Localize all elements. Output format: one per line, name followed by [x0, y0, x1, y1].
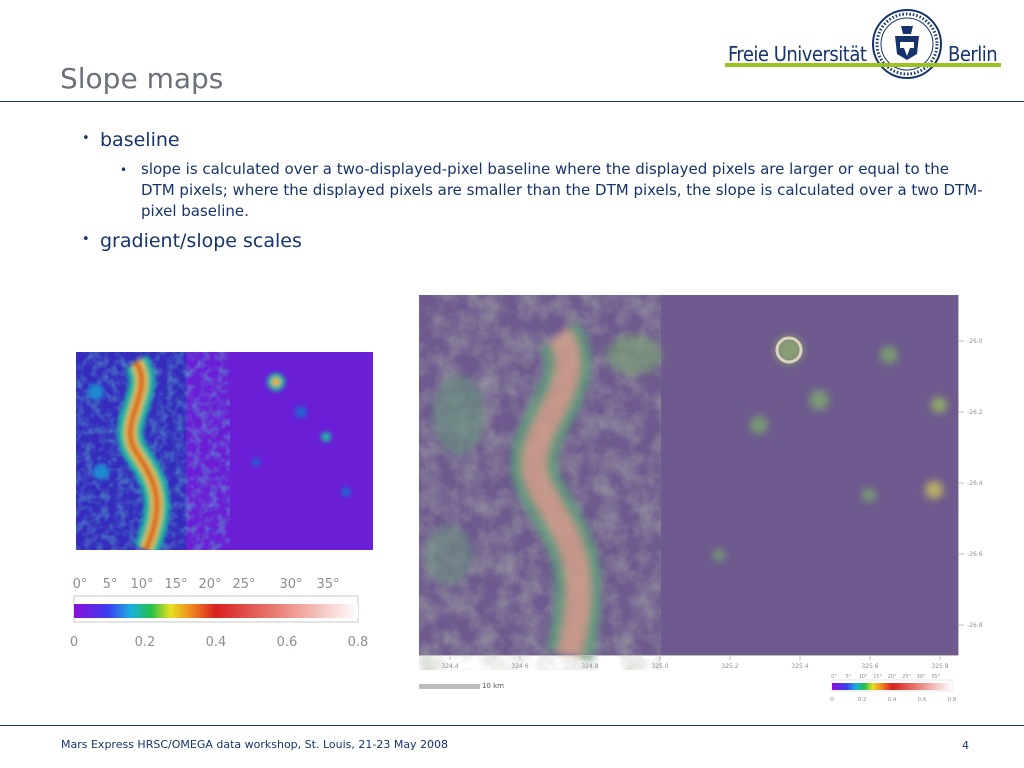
footer-divider	[0, 725, 1024, 726]
longitude-label: 325.4	[791, 663, 808, 670]
degree-tick-labels: 0° 5° 10° 15° 20° 25° 30° 35°	[73, 577, 340, 592]
slope-map-image	[76, 352, 373, 550]
latitude-label: -26.2	[967, 409, 983, 416]
bullet-dot: •	[82, 131, 90, 146]
gradient-label-small: 0.4	[888, 697, 897, 703]
degree-label-small: 15°	[873, 674, 882, 680]
degree-label-small: 25°	[902, 674, 911, 680]
gradient-label-small: 0.6	[918, 697, 927, 703]
degree-label: 30°	[279, 577, 302, 592]
gradient-label: 0.6	[277, 635, 298, 650]
degree-label: 15°	[164, 577, 187, 592]
title-divider	[0, 101, 1024, 102]
degree-label-small: 35°	[931, 674, 940, 680]
longitude-axis: 324.4 324.6 324.8 325.0 325.2 325.4 325.6 325.8	[441, 655, 949, 670]
gradient-label: 0.2	[135, 635, 156, 650]
distance-scale-bar	[419, 684, 480, 689]
latitude-label: -26.0	[967, 338, 983, 345]
degree-label: 35°	[316, 577, 339, 592]
longitude-label: 325.8	[931, 663, 948, 670]
university-logo: Freie Universität Berlin	[722, 8, 1002, 84]
longitude-label: 324.6	[511, 663, 528, 670]
bullet-text: baseline	[100, 129, 180, 151]
degree-label-small: 10°	[859, 674, 868, 680]
degree-label: 20°	[198, 577, 221, 592]
footer-text: Mars Express HRSC/OMEGA data workshop, S…	[61, 738, 449, 751]
longitude-label: 324.4	[441, 663, 458, 670]
gradient-label: 0	[70, 635, 78, 650]
slide-title: Slope maps	[60, 62, 224, 95]
page-number: 4	[962, 739, 969, 752]
gradient-label: 0.4	[206, 635, 227, 650]
bullet-text: gradient/slope scales	[100, 230, 302, 252]
longitude-label: 325.6	[861, 663, 878, 670]
gradient-label-small: 0.2	[858, 697, 867, 703]
distance-scale-label: 10 km	[482, 682, 505, 690]
latitude-axis: -26.0 -26.2 -26.4 -26.6 -26.8	[958, 338, 983, 629]
longitude-label: 325.0	[651, 663, 668, 670]
gradient-label: 0.8	[348, 635, 369, 650]
degree-label-small: 30°	[917, 674, 926, 680]
slope-color-scale: 0° 5° 10° 15° 20° 25° 30° 35° 0 0.2 0.4 0.6 0.8	[70, 577, 368, 650]
longitude-label: 325.2	[721, 663, 738, 670]
degree-label: 25°	[232, 577, 255, 592]
degree-tick-labels-small: 0° 5° 10° 15° 20° 25° 30° 35°	[831, 674, 940, 680]
degree-label-small: 5°	[846, 674, 852, 680]
degree-label: 5°	[103, 577, 118, 592]
latitude-label: -26.8	[967, 622, 983, 629]
small-slope-color-scale: 0° 5° 10° 15° 20° 25° 30° 35° 0 0.2 0.4 0.6 0.8	[830, 674, 957, 703]
degree-label: 10°	[130, 577, 153, 592]
bullet-dot: •	[120, 163, 128, 177]
gradient-label-small: 0	[830, 697, 834, 703]
university-seal-icon	[872, 9, 942, 79]
bullet-text: slope is calculated over a two-displayed…	[141, 160, 983, 220]
gradient-tick-labels-small: 0 0.2 0.4 0.6 0.8	[830, 697, 957, 703]
degree-label-small: 20°	[888, 674, 897, 680]
degree-label: 0°	[73, 577, 88, 592]
logo-accent-bar	[725, 63, 1001, 67]
gradient-label-small: 0.8	[948, 697, 957, 703]
degree-label-small: 0°	[831, 674, 837, 680]
latitude-label: -26.6	[967, 551, 983, 558]
longitude-label: 324.8	[581, 663, 598, 670]
gradient-tick-labels: 0 0.2 0.4 0.6 0.8	[70, 635, 368, 650]
bullet-dot: •	[82, 232, 90, 247]
hillshade-slope-map: -26.0-26.2-26.4-26.6-26.8 324.4 324.6 324.…	[419, 295, 983, 670]
latitude-label: -26.4	[967, 480, 983, 487]
